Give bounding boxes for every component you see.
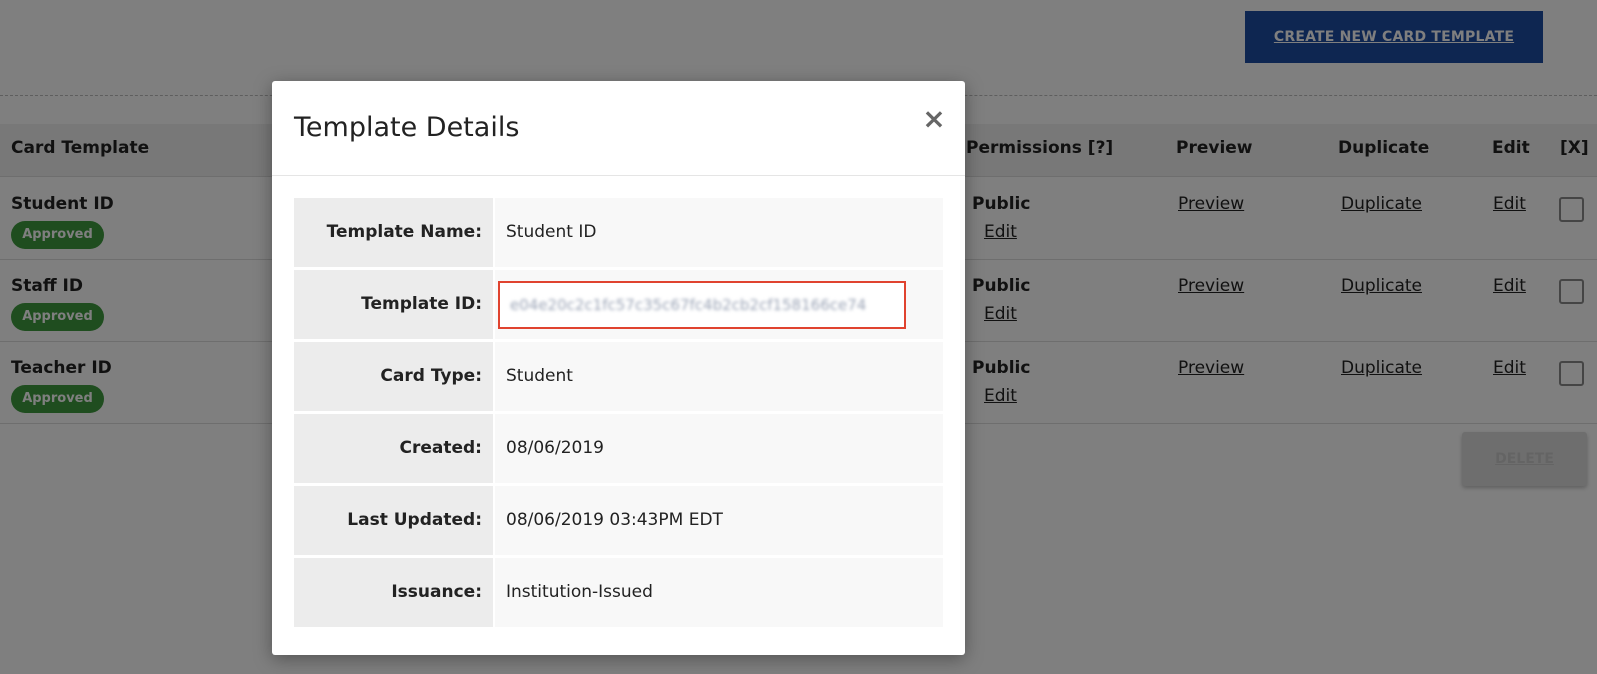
detail-label: Template ID: (294, 270, 493, 339)
detail-row-last-updated: Last Updated: 08/06/2019 03:43PM EDT (294, 486, 943, 555)
detail-label: Created: (294, 414, 493, 483)
detail-label: Template Name: (294, 198, 493, 267)
detail-value: Student (495, 342, 943, 411)
detail-value-container: e04e20c2c1fc57c35c67fc4b2cb2cf158166ce74 (495, 270, 943, 339)
template-id-highlight: e04e20c2c1fc57c35c67fc4b2cb2cf158166ce74 (498, 281, 906, 329)
detail-label: Card Type: (294, 342, 493, 411)
detail-label: Last Updated: (294, 486, 493, 555)
close-icon[interactable]: × (920, 105, 948, 133)
detail-row-template-name: Template Name: Student ID (294, 198, 943, 267)
detail-row-card-type: Card Type: Student (294, 342, 943, 411)
detail-label: Issuance: (294, 558, 493, 627)
modal-header: Template Details × (272, 81, 965, 176)
page: CREATE NEW CARD TEMPLATE Card Template P… (0, 0, 1597, 674)
modal-title: Template Details (294, 112, 520, 143)
detail-row-created: Created: 08/06/2019 (294, 414, 943, 483)
detail-value: Institution-Issued (495, 558, 943, 627)
template-id-value: e04e20c2c1fc57c35c67fc4b2cb2cf158166ce74 (510, 296, 867, 314)
details-table: Template Name: Student ID Template ID: e… (294, 198, 943, 630)
template-details-modal: Template Details × Template Name: Studen… (272, 81, 965, 655)
detail-value: Student ID (495, 198, 943, 267)
detail-row-issuance: Issuance: Institution-Issued (294, 558, 943, 627)
detail-row-template-id: Template ID: e04e20c2c1fc57c35c67fc4b2cb… (294, 270, 943, 339)
detail-value: 08/06/2019 03:43PM EDT (495, 486, 943, 555)
detail-value: 08/06/2019 (495, 414, 943, 483)
